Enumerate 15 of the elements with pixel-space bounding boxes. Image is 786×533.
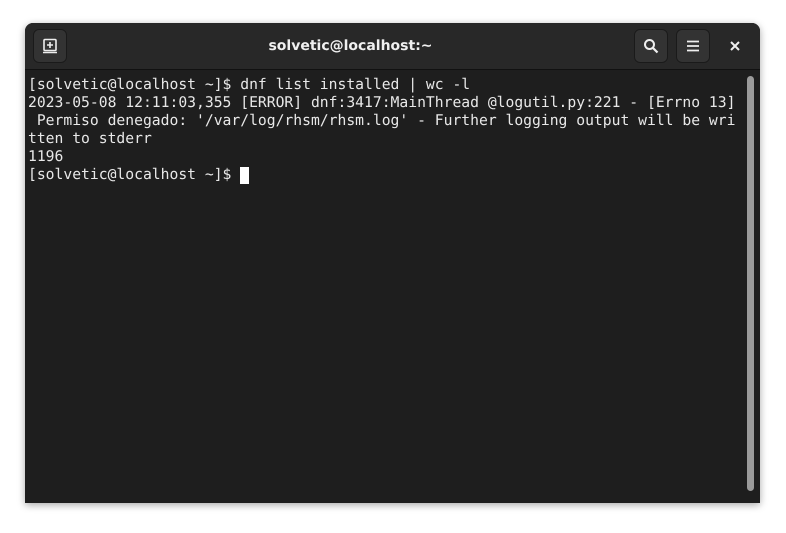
terminal-line: [solvetic@localhost ~]$ [28,166,232,184]
menu-button[interactable] [676,29,710,63]
scrollbar[interactable] [747,76,754,491]
terminal-line: 1196 [28,148,64,166]
close-icon [730,41,740,51]
window-title: solvetic@localhost:~ [267,38,434,54]
new-tab-button[interactable] [33,29,67,63]
search-button[interactable] [634,29,668,63]
new-tab-icon [42,38,58,54]
terminal-line: tten to stderr [28,130,152,148]
terminal-line: [solvetic@localhost ~]$ dnf list installed | wc -l [28,76,470,94]
search-icon [643,38,659,54]
menu-icon [686,40,700,52]
terminal-line: 2023-05-08 12:11:03,355 [ERROR] dnf:3417:MainThread @logutil.py:221 - [Errno 13] [28,94,736,112]
terminal-line: Permiso denegado: '/var/log/rhsm/rhsm.log' - Further logging output will be wri [36,112,736,130]
